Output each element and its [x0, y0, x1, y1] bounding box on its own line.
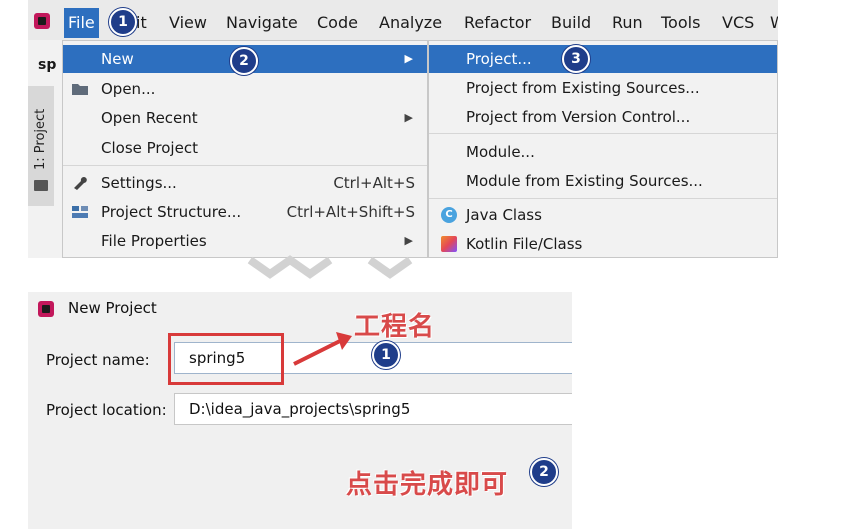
annotation-finish: 点击完成即可 [346, 470, 509, 500]
watermark-logo [247, 255, 413, 279]
file-menu-project-structure-label: Project Structure... [101, 203, 242, 221]
menu-refactor[interactable]: Refactor [464, 13, 531, 33]
menu-build[interactable]: Build [551, 13, 591, 33]
submenu-arrow-icon: ▶ [404, 111, 413, 124]
project-name-highlight [168, 333, 284, 385]
new-project-dialog: New Project Project name: spring5 Projec… [28, 292, 572, 529]
menu-file[interactable]: File [64, 8, 99, 38]
project-location-label: Project location: [46, 401, 167, 419]
new-project-vcs-label: Project from Version Control... [466, 108, 691, 126]
new-module-existing-sources-label: Module from Existing Sources... [466, 172, 703, 190]
new-project-vcs-item[interactable]: Project from Version Control... [429, 103, 777, 131]
file-menu-settings-shortcut: Ctrl+Alt+S [333, 174, 415, 192]
step-badge-3: 3 [562, 45, 590, 73]
new-module-existing-sources-item[interactable]: Module from Existing Sources... [429, 167, 777, 195]
menu-file-label: File [68, 13, 95, 32]
java-class-icon: C [441, 207, 457, 223]
dialog-step-badge-2: 2 [530, 458, 558, 486]
file-menu-open-label: Open... [101, 80, 156, 98]
new-kotlin-item[interactable]: Kotlin File/Class [429, 230, 777, 258]
file-menu-project-structure[interactable]: Project Structure... Ctrl+Alt+Shift+S [63, 198, 427, 226]
menu-separator [429, 133, 777, 134]
annotation-arrow-icon [293, 332, 352, 366]
folder-open-icon [72, 84, 88, 95]
menu-analyze[interactable]: Analyze [379, 13, 442, 33]
project-location-input[interactable]: D:\idea_java_projects\spring5 [174, 393, 572, 425]
editor-tab-stub[interactable]: sp [38, 57, 56, 73]
file-menu-open-recent-label: Open Recent [101, 109, 198, 127]
new-submenu: Project... Project from Existing Sources… [428, 40, 778, 258]
submenu-arrow-icon: ▶ [404, 52, 413, 65]
file-menu-close-project[interactable]: Close Project [63, 134, 427, 162]
menu-vcs[interactable]: VCS [722, 13, 754, 33]
new-project-existing-sources-item[interactable]: Project from Existing Sources... [429, 74, 777, 102]
file-menu-close-project-label: Close Project [101, 139, 198, 157]
step-badge-1: 1 [109, 8, 137, 36]
menu-run[interactable]: Run [612, 13, 643, 33]
project-tool-label: 1: Project [33, 108, 48, 170]
menu-separator [429, 198, 777, 199]
menu-tools[interactable]: Tools [661, 13, 700, 33]
dialog-step-badge-1: 1 [372, 341, 400, 369]
new-java-class-item[interactable]: C Java Class [429, 201, 777, 229]
step-badge-2: 2 [230, 47, 258, 75]
file-menu-file-properties-label: File Properties [101, 232, 207, 250]
submenu-arrow-icon: ▶ [404, 234, 413, 247]
project-structure-icon [72, 206, 88, 218]
menu-window[interactable]: W [770, 13, 778, 33]
ide-window: File it View Navigate Code Analyze Refac… [28, 0, 778, 258]
dialog-title: New Project [68, 299, 157, 317]
folder-icon [34, 180, 48, 191]
intellij-logo-icon [38, 301, 54, 317]
menu-bar: File it View Navigate Code Analyze Refac… [28, 0, 778, 40]
new-kotlin-label: Kotlin File/Class [466, 235, 583, 253]
file-menu-settings[interactable]: Settings... Ctrl+Alt+S [63, 169, 427, 197]
new-project-label: Project... [466, 50, 532, 68]
annotation-project-name: 工程名 [354, 312, 436, 342]
new-project-existing-sources-label: Project from Existing Sources... [466, 79, 700, 97]
menu-separator [63, 165, 427, 166]
new-project-item[interactable]: Project... [429, 45, 777, 73]
file-menu-open-recent[interactable]: Open Recent ▶ [63, 104, 427, 132]
menu-code[interactable]: Code [317, 13, 358, 33]
file-menu-project-structure-shortcut: Ctrl+Alt+Shift+S [286, 203, 415, 221]
file-menu-open[interactable]: Open... [63, 75, 427, 103]
menu-view[interactable]: View [169, 13, 207, 33]
new-module-label: Module... [466, 143, 535, 161]
file-menu-settings-label: Settings... [101, 174, 177, 192]
menu-edit[interactable]: it [136, 13, 147, 33]
file-menu-new-label: New [101, 50, 134, 68]
project-name-label: Project name: [46, 351, 150, 369]
menu-navigate[interactable]: Navigate [226, 13, 298, 33]
new-java-class-label: Java Class [466, 206, 542, 224]
wrench-icon [74, 177, 87, 190]
kotlin-icon [441, 236, 457, 252]
project-tool-window-button[interactable]: 1: Project [30, 92, 52, 172]
file-menu-file-properties[interactable]: File Properties ▶ [63, 227, 427, 255]
new-module-item[interactable]: Module... [429, 138, 777, 166]
intellij-logo-icon [34, 13, 50, 29]
